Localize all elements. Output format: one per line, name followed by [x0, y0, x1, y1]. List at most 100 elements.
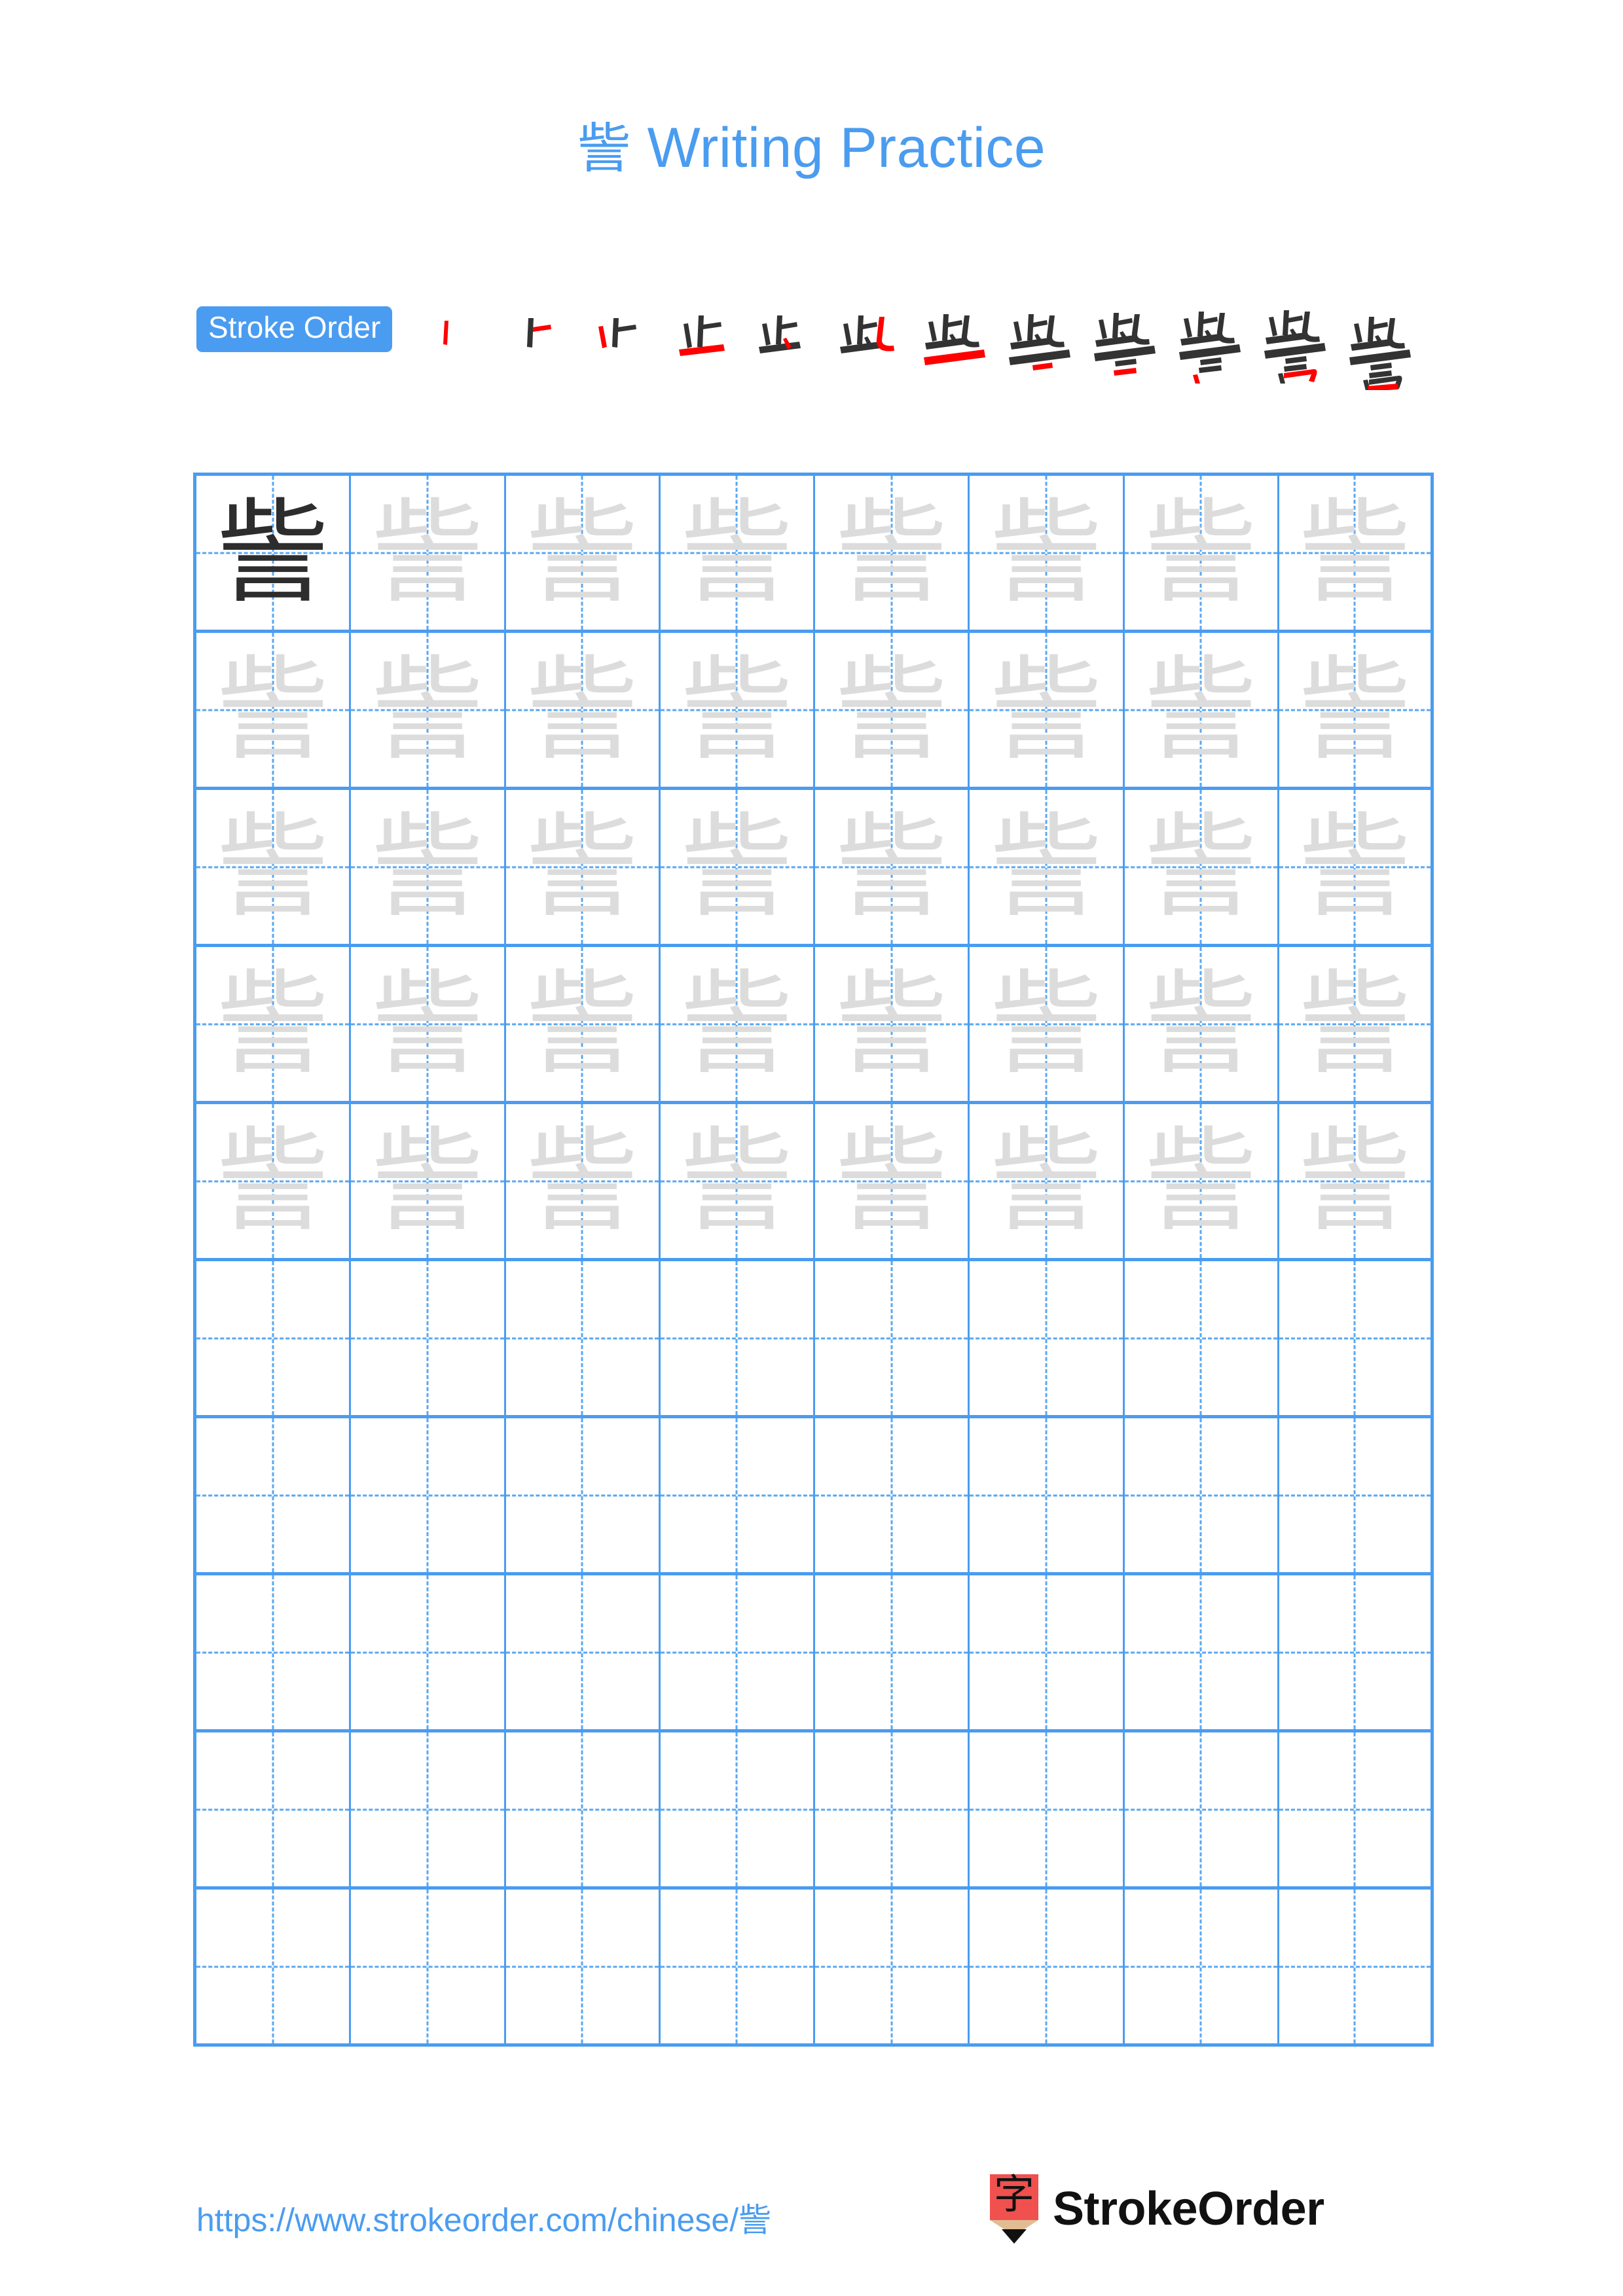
- grid-cell[interactable]: 訾: [970, 790, 1125, 944]
- grid-cell[interactable]: [351, 1732, 506, 1886]
- grid-cell[interactable]: 訾: [815, 1104, 970, 1258]
- trace-character: 訾: [1144, 800, 1258, 933]
- grid-cell[interactable]: [661, 1575, 815, 1729]
- grid-cell[interactable]: 訾: [1125, 633, 1279, 787]
- stroke-step-12: [1341, 313, 1427, 390]
- grid-cell[interactable]: 訾: [1279, 790, 1434, 944]
- grid-cell[interactable]: [815, 1261, 970, 1415]
- grid-cell[interactable]: [1279, 1418, 1434, 1572]
- grid-cell[interactable]: 訾: [351, 790, 506, 944]
- grid-cell[interactable]: [1125, 1732, 1279, 1886]
- grid-cell[interactable]: 訾: [506, 1104, 661, 1258]
- grid-cell[interactable]: 訾: [196, 947, 352, 1101]
- trace-character: 訾: [680, 486, 793, 619]
- grid-cell[interactable]: [815, 1575, 970, 1729]
- brand-name: StrokeOrder: [1053, 2183, 1324, 2235]
- grid-cell[interactable]: 訾: [351, 633, 506, 787]
- grid-cell[interactable]: 訾: [1279, 476, 1434, 630]
- grid-cell[interactable]: [970, 1890, 1125, 2043]
- grid-cell[interactable]: 訾: [661, 476, 815, 630]
- grid-cell[interactable]: [815, 1732, 970, 1886]
- grid-cell[interactable]: 訾: [970, 633, 1125, 787]
- grid-cell[interactable]: [1279, 1890, 1434, 2043]
- grid-cell[interactable]: 訾: [506, 790, 661, 944]
- trace-character: 訾: [1298, 958, 1412, 1090]
- grid-cell[interactable]: 訾: [970, 947, 1125, 1101]
- grid-cell[interactable]: 訾: [351, 476, 506, 630]
- grid-cell[interactable]: [506, 1890, 661, 2043]
- footer-brand[interactable]: 字 StrokeOrder: [990, 2172, 1324, 2244]
- grid-cell[interactable]: [815, 1890, 970, 2043]
- grid-cell[interactable]: [661, 1732, 815, 1886]
- grid-row: [196, 1575, 1434, 1732]
- grid-cell[interactable]: 訾: [506, 633, 661, 787]
- grid-cell[interactable]: [1279, 1575, 1434, 1729]
- grid-cell[interactable]: [196, 1890, 352, 2043]
- grid-cell[interactable]: 訾: [196, 1104, 352, 1258]
- grid-cell[interactable]: [196, 1732, 352, 1886]
- grid-cell[interactable]: [351, 1890, 506, 2043]
- grid-cell[interactable]: 訾: [1125, 947, 1279, 1101]
- grid-cell[interactable]: 訾: [970, 476, 1125, 630]
- trace-character: 訾: [835, 643, 948, 776]
- grid-cell[interactable]: [1279, 1261, 1434, 1415]
- grid-cell[interactable]: [351, 1575, 506, 1729]
- trace-character: 訾: [1298, 1115, 1412, 1247]
- trace-character: 訾: [835, 1115, 948, 1247]
- grid-cell[interactable]: [815, 1418, 970, 1572]
- grid-cell[interactable]: 訾: [351, 1104, 506, 1258]
- grid-cell[interactable]: 訾: [1279, 633, 1434, 787]
- grid-cell[interactable]: 訾: [815, 947, 970, 1101]
- grid-row: 訾訾訾訾訾訾訾訾: [196, 1104, 1434, 1261]
- grid-cell[interactable]: 訾: [815, 476, 970, 630]
- grid-cell[interactable]: [661, 1261, 815, 1415]
- grid-cell[interactable]: [196, 1261, 352, 1415]
- grid-cell[interactable]: [661, 1890, 815, 2043]
- grid-cell[interactable]: 訾: [661, 947, 815, 1101]
- grid-cell[interactable]: [1125, 1890, 1279, 2043]
- grid-cell[interactable]: 訾: [506, 476, 661, 630]
- grid-cell[interactable]: [661, 1418, 815, 1572]
- grid-cell[interactable]: [196, 1575, 352, 1729]
- grid-cell[interactable]: 訾: [196, 476, 352, 630]
- grid-cell[interactable]: [1125, 1575, 1279, 1729]
- trace-character: 訾: [680, 958, 793, 1090]
- trace-character: 訾: [371, 1115, 484, 1247]
- grid-cell[interactable]: 訾: [506, 947, 661, 1101]
- grid-cell[interactable]: 訾: [1279, 947, 1434, 1101]
- grid-cell[interactable]: 訾: [196, 790, 352, 944]
- grid-cell[interactable]: [1125, 1261, 1279, 1415]
- grid-cell[interactable]: [506, 1732, 661, 1886]
- grid-cell[interactable]: 訾: [815, 790, 970, 944]
- grid-cell[interactable]: 訾: [196, 633, 352, 787]
- grid-cell[interactable]: [506, 1418, 661, 1572]
- grid-cell[interactable]: [351, 1418, 506, 1572]
- grid-cell[interactable]: [970, 1732, 1125, 1886]
- grid-cell[interactable]: [1125, 1418, 1279, 1572]
- trace-character: 訾: [989, 800, 1103, 933]
- grid-cell[interactable]: 訾: [1125, 790, 1279, 944]
- grid-cell[interactable]: 訾: [661, 1104, 815, 1258]
- stroke-order-section: Stroke Order: [196, 306, 1440, 390]
- grid-cell[interactable]: 訾: [1125, 1104, 1279, 1258]
- grid-cell[interactable]: [1279, 1732, 1434, 1886]
- grid-cell[interactable]: [196, 1418, 352, 1572]
- grid-cell[interactable]: [506, 1261, 661, 1415]
- grid-row: 訾訾訾訾訾訾訾訾: [196, 947, 1434, 1104]
- grid-cell[interactable]: [506, 1575, 661, 1729]
- grid-cell[interactable]: 訾: [1279, 1104, 1434, 1258]
- grid-cell[interactable]: 訾: [351, 947, 506, 1101]
- grid-cell[interactable]: 訾: [661, 790, 815, 944]
- stroke-step-2: [490, 306, 575, 384]
- grid-cell[interactable]: 訾: [970, 1104, 1125, 1258]
- stroke-step-1: [405, 306, 490, 384]
- footer-url[interactable]: https://www.strokeorder.com/chinese/訾: [196, 2194, 771, 2241]
- grid-cell[interactable]: [970, 1418, 1125, 1572]
- grid-cell[interactable]: 訾: [815, 633, 970, 787]
- grid-cell[interactable]: [351, 1261, 506, 1415]
- grid-cell[interactable]: [970, 1575, 1125, 1729]
- grid-cell[interactable]: [970, 1261, 1125, 1415]
- grid-cell[interactable]: 訾: [661, 633, 815, 787]
- grid-cell[interactable]: 訾: [1125, 476, 1279, 630]
- trace-character: 訾: [216, 800, 329, 933]
